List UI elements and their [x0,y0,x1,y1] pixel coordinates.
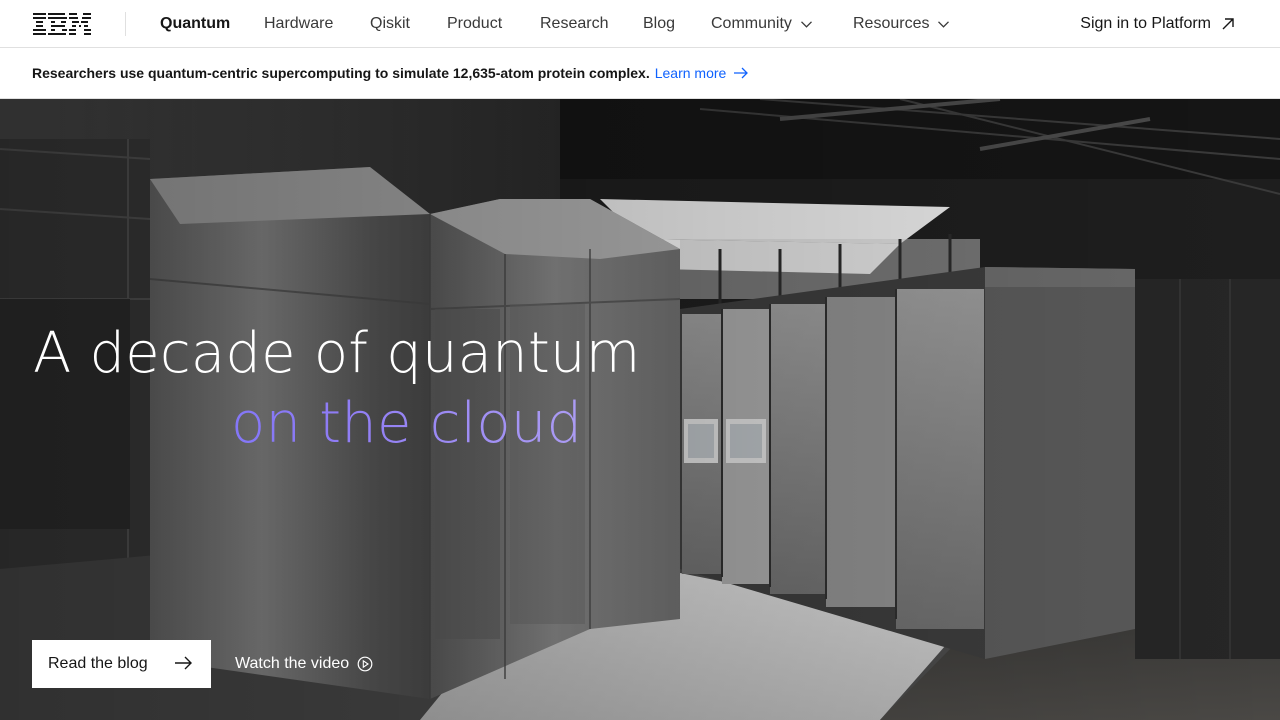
logo-divider [125,12,126,36]
nav-item-label: Quantum [160,15,231,32]
sign-in-link[interactable]: Sign in to Platform [1080,0,1235,48]
ibm-logo[interactable] [33,13,91,35]
read-the-blog-button[interactable]: Read the blog [32,640,211,688]
watch-the-video-label: Watch the video [235,655,350,672]
nav-item-label: Research [540,15,609,32]
nav-item-product[interactable]: Product [447,0,502,48]
nav-item-label: Product [447,15,503,32]
top-navigation: Quantum Hardware Qiskit Product Research… [0,0,1280,48]
nav-item-label: Hardware [264,15,334,32]
learn-more-label: Learn more [654,65,727,81]
play-circle-icon [357,656,373,672]
nav-item-label: Resources [853,15,930,32]
read-the-blog-label: Read the blog [48,655,148,672]
nav-item-research[interactable]: Research [540,0,608,48]
chevron-down-icon [800,20,812,28]
headline-line-1: A decade of quantum [33,321,641,386]
nav-item-label: Blog [643,15,676,32]
announcement-banner: Researchers use quantum-centric supercom… [0,48,1280,99]
nav-item-resources[interactable]: Resources [853,0,950,48]
headline-line-2: on the cloud [33,389,640,459]
nav-item-label: Qiskit [370,15,410,32]
arrow-right-icon [175,656,192,670]
banner-text: Researchers use quantum-centric supercom… [32,65,650,81]
learn-more-link[interactable]: Learn more [655,65,750,81]
nav-item-blog[interactable]: Blog [643,0,675,48]
chevron-down-icon [938,20,950,28]
hero-headline: A decade of quantum on the cloud [33,319,640,459]
arrow-right-icon [734,67,749,79]
nav-item-label: Community [711,15,792,32]
sign-in-label: Sign in to Platform [1080,15,1211,32]
nav-item-quantum[interactable]: Quantum [160,0,230,48]
nav-item-qiskit[interactable]: Qiskit [370,0,410,48]
watch-the-video-button[interactable]: Watch the video [235,640,373,688]
nav-item-community[interactable]: Community [711,0,812,48]
hero-section: A decade of quantum on the cloud Read th… [0,99,1280,720]
arrow-up-right-icon [1222,18,1234,30]
nav-item-hardware[interactable]: Hardware [264,0,333,48]
